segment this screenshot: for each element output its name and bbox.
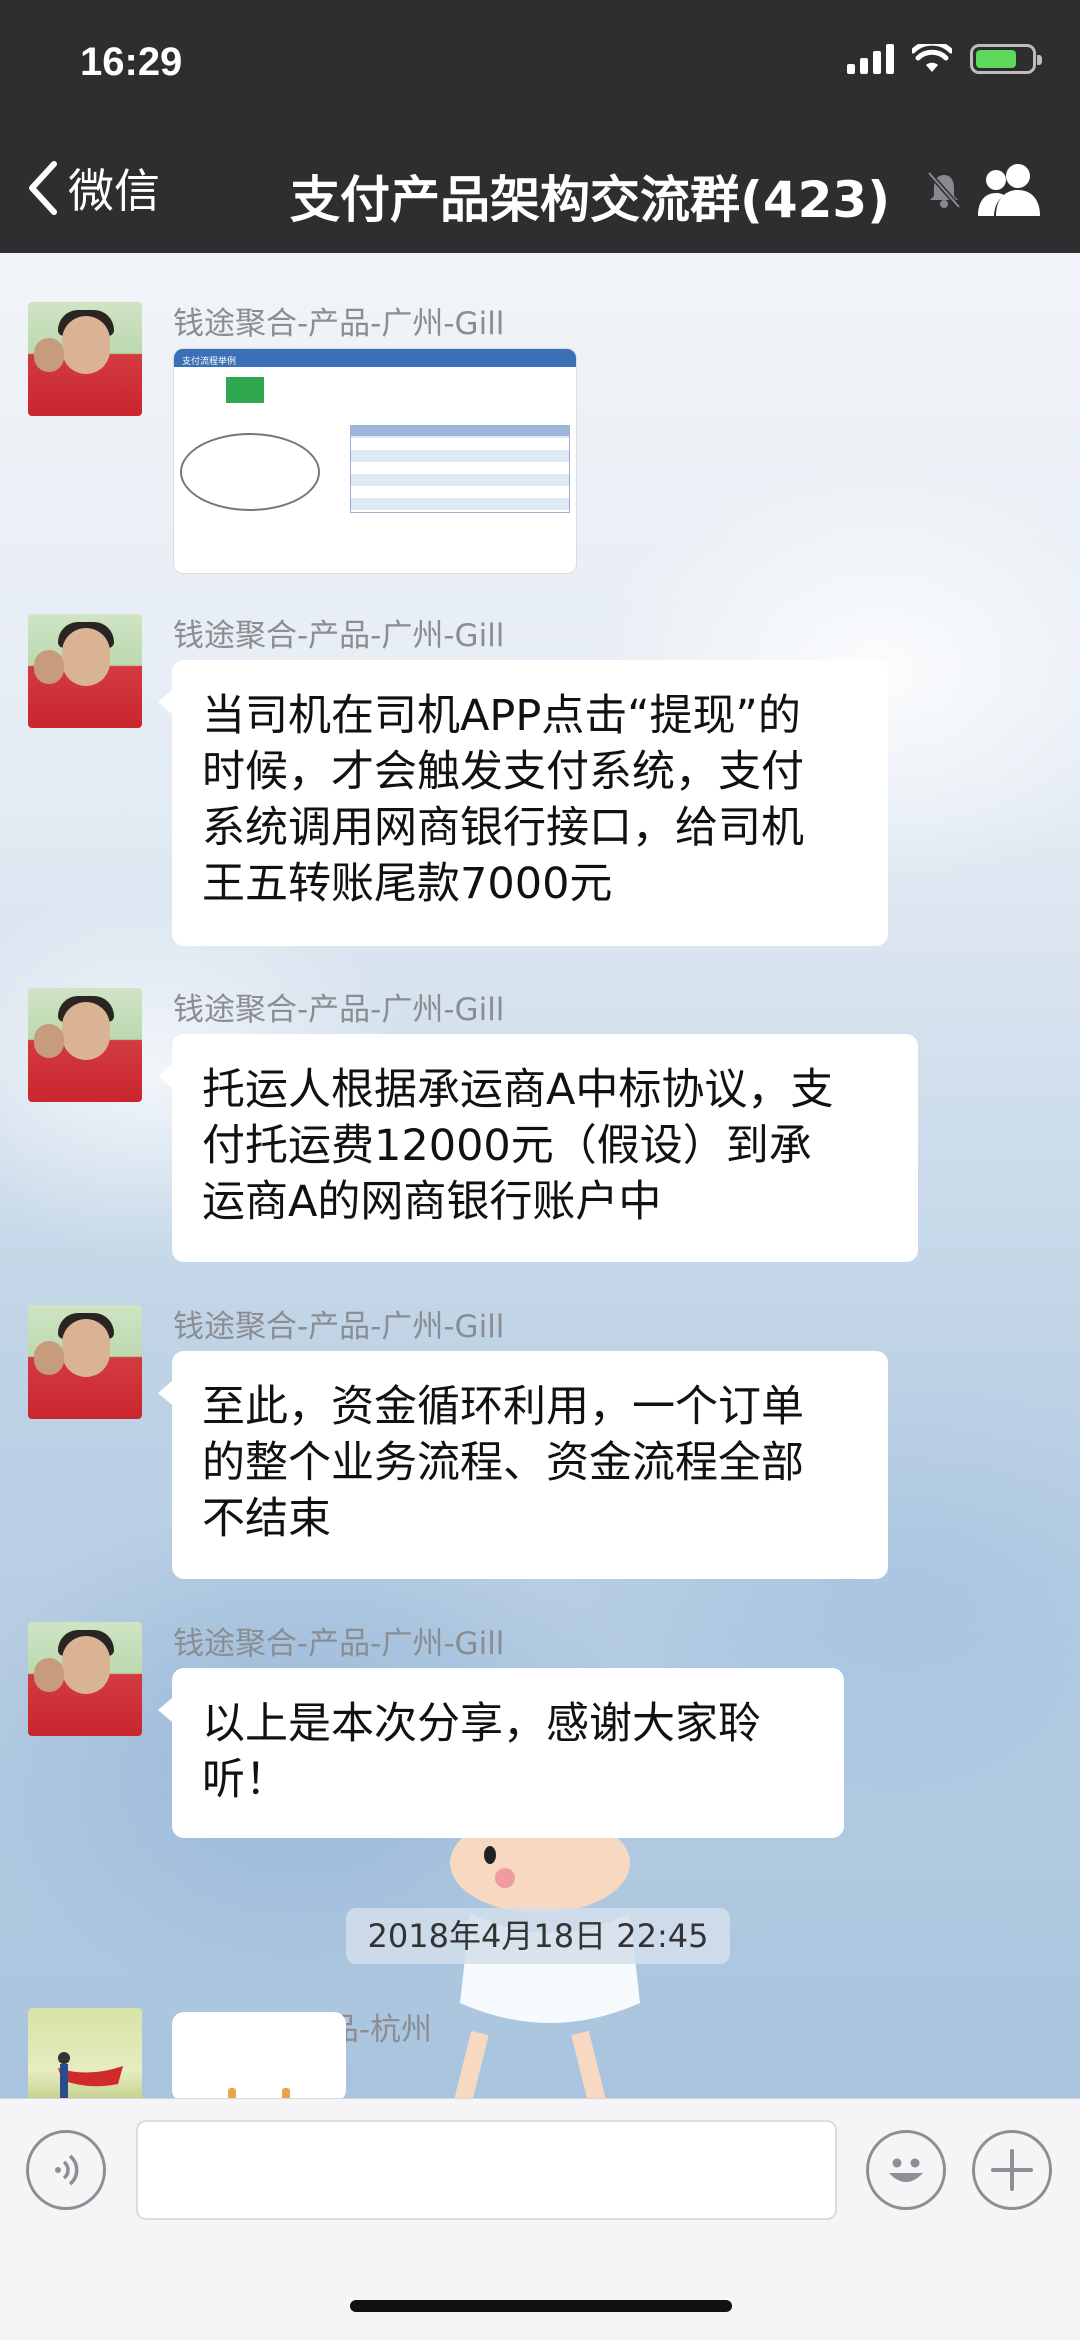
mute-icon (927, 171, 961, 209)
sender-name: 钱途聚合-产品-广州-Gill (173, 1626, 505, 1662)
sender-name: 钱途聚合-产品-广州-Gill (173, 618, 505, 654)
avatar[interactable] (28, 614, 142, 728)
back-label: 微信 (68, 164, 160, 218)
chevron-left-icon (29, 161, 57, 215)
text-message-bubble[interactable]: 以上是本次分享，感谢大家聆 听！ (158, 1668, 844, 1838)
message-line: 不结束 (202, 1494, 331, 1544)
home-indicator (350, 2300, 732, 2312)
more-button[interactable] (972, 2130, 1052, 2210)
smiley-icon (889, 2158, 923, 2182)
wifi-icon (912, 44, 952, 72)
voice-button[interactable] (26, 2130, 106, 2210)
top-bar: 16:29 微信 支付产品架构交流群(423) (0, 0, 1080, 253)
chat-title: 支付产品架构交流群(423) (290, 171, 891, 229)
group-members-icon[interactable] (974, 160, 1044, 220)
message-line: 以上是本次分享，感谢大家聆 (202, 1699, 761, 1749)
image-caption: 支付流程举例 (182, 357, 237, 367)
message-line: 系统调用网商银行接口，给司机 (202, 803, 804, 853)
back-button[interactable]: 微信 (26, 158, 160, 218)
status-time: 16:29 (80, 40, 183, 84)
text-message-bubble[interactable]: 托运人根据承运商A中标协议，支 付托运费12000元（假设）到承 运商A的网商银… (158, 1034, 918, 1262)
plus-icon (991, 2149, 1033, 2191)
message-input[interactable] (136, 2120, 837, 2220)
message-line: 运商A的网商银行账户中 (202, 1177, 662, 1227)
image-message[interactable]: 支付流程举例 (173, 348, 577, 574)
image-ellipse (180, 433, 320, 511)
message-line: 当司机在司机APP点击“提现”的 (202, 691, 801, 741)
text-message-bubble[interactable]: 当司机在司机APP点击“提现”的 时候，才会触发支付系统，支付 系统调用网商银行… (158, 660, 888, 946)
cartoon-background-figure (450, 1833, 640, 2116)
message-line: 的整个业务流程、资金流程全部 (202, 1438, 804, 1488)
message-line: 听！ (202, 1755, 288, 1805)
message-line: 王五转账尾款7000元 (202, 859, 613, 909)
message-line: 付托运费12000元（假设）到承 (202, 1121, 812, 1171)
sender-name: 钱途聚合-产品-广州-Gill (173, 306, 505, 342)
avatar[interactable] (28, 1622, 142, 1736)
message-line: 时候，才会触发支付系统，支付 (202, 747, 804, 797)
avatar[interactable] (28, 1305, 142, 1419)
message-line: 托运人根据承运商A中标协议，支 (202, 1065, 834, 1115)
emoji-button[interactable] (866, 2130, 946, 2210)
battery-icon (970, 44, 1042, 74)
avatar[interactable] (28, 988, 142, 1102)
cellular-signal-icon (847, 44, 894, 74)
image-green-box (226, 377, 264, 403)
sender-name: 钱途聚合-产品-广州-Gill (173, 992, 505, 1028)
status-icons (847, 44, 1042, 74)
text-message-bubble[interactable]: 至此，资金循环利用，一个订单 的整个业务流程、资金流程全部 不结束 (158, 1351, 888, 1579)
timestamp-badge: 2018年4月18日 22:45 (346, 1908, 730, 1964)
image-table (350, 425, 570, 513)
avatar[interactable] (28, 302, 142, 416)
message-line: 至此，资金循环利用，一个订单 (202, 1382, 804, 1432)
partial-message-bubble[interactable] (172, 2012, 346, 2102)
sender-name: 钱途聚合-产品-广州-Gill (173, 1309, 505, 1345)
voice-icon (55, 2154, 79, 2186)
